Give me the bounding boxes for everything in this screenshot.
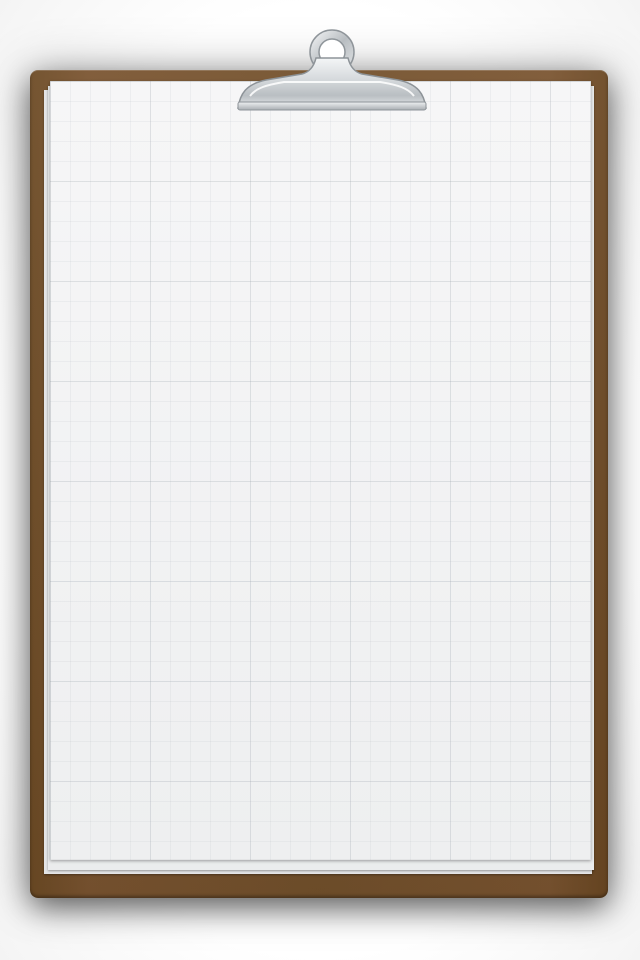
app-background	[0, 0, 640, 960]
grid-paper-canvas[interactable]	[50, 81, 591, 860]
metal-clip-icon	[236, 24, 428, 112]
